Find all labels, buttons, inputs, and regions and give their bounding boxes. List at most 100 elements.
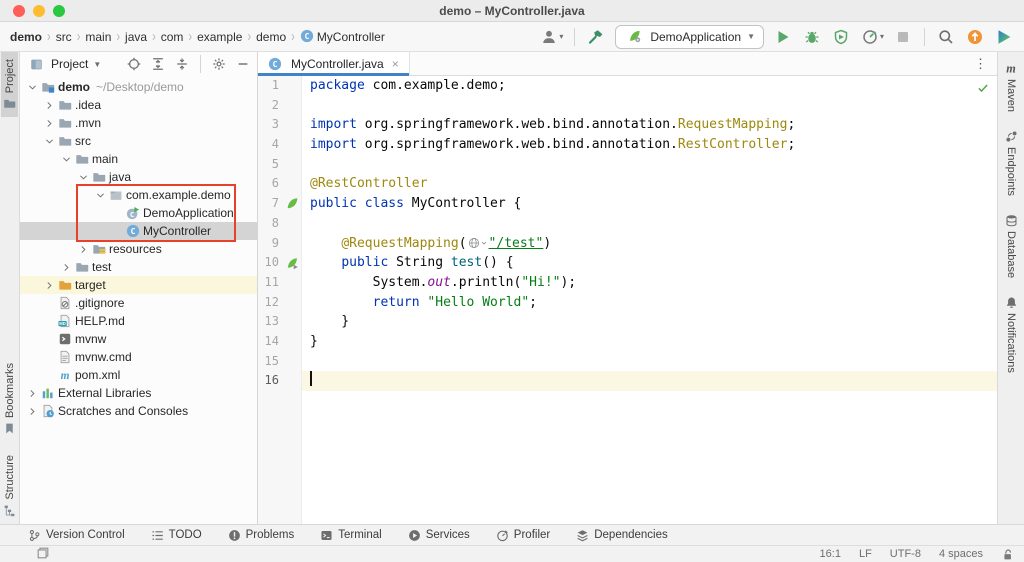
breadcrumb-item-mycontroller[interactable]: C MyController [300,29,385,44]
code-editor[interactable]: 1 package com.example.demo; 2 3 import org.s… [258,76,997,524]
tree-item-resources[interactable]: resources [20,240,257,258]
tool-window-button-todo[interactable]: TODO [151,529,202,542]
tree-toggle-right-icon[interactable] [77,244,90,255]
search-everywhere-button[interactable] [936,27,956,47]
chevron-down-icon[interactable]: ▾ [880,32,884,41]
code-line-2[interactable]: 2 [258,96,997,116]
tool-stripe-notifications[interactable]: Notifications [1003,287,1020,382]
code-line-1[interactable]: 1 package com.example.demo; [258,76,997,96]
tree-toggle-down-icon[interactable] [94,190,107,201]
tree-toggle-right-icon[interactable] [43,100,56,111]
profiler-button[interactable]: ▾ [860,27,884,47]
hide-icon[interactable] [235,56,251,72]
tool-stripe-project[interactable]: Project [1,52,18,118]
tool-window-button-dependencies[interactable]: Dependencies [576,529,668,542]
chevron-down-icon[interactable]: ▼ [747,32,755,41]
update-button[interactable] [965,27,985,47]
tree-item-demoapplication[interactable]: C DemoApplication [20,204,257,222]
tree-item-mvnw[interactable]: mvnw [20,330,257,348]
code-text[interactable]: package com.example.demo; [302,76,997,96]
code-text[interactable]: public String test() { [302,253,997,273]
code-line-8[interactable]: 8 [258,214,997,234]
zoom-window-button[interactable] [53,5,65,17]
tree-item-main[interactable]: main [20,150,257,168]
status-readonly-toggle[interactable] [1001,548,1014,561]
code-line-12[interactable]: 12 return "Hello World"; [258,293,997,313]
status-line-separator[interactable]: LF [859,548,872,560]
tree-item-src[interactable]: src [20,132,257,150]
tree-item-test[interactable]: test [20,258,257,276]
code-text[interactable]: } [302,312,997,332]
code-line-9[interactable]: 9 @RequestMapping("/test") [258,234,997,254]
code-line-6[interactable]: 6 @RestController [258,174,997,194]
code-line-7[interactable]: 7 public class MyController { [258,194,997,214]
run-button[interactable] [773,27,793,47]
inspections-ok-check-icon[interactable] [977,82,989,94]
tree-toggle-right-icon[interactable] [60,262,73,273]
tree-item-target[interactable]: target [20,276,257,294]
code-text[interactable]: } [302,332,997,352]
code-line-14[interactable]: 14} [258,332,997,352]
breadcrumb-item-demo[interactable]: demo [10,30,42,44]
breadcrumb-item-java[interactable]: java [125,30,147,44]
tree-item-pom.xml[interactable]: m pom.xml [20,366,257,384]
gear-icon[interactable] [211,56,227,72]
code-text[interactable]: public class MyController { [302,194,997,214]
spring-leaf-gutter-icon[interactable] [282,194,302,214]
code-text[interactable] [302,214,997,234]
code-line-16[interactable]: 16 [258,371,997,391]
tree-toggle-right-icon[interactable] [26,388,39,399]
tree-toggle-down-icon[interactable] [26,82,39,93]
breadcrumb-item-src[interactable]: src [56,30,72,44]
tree-item-mvnw.cmd[interactable]: mvnw.cmd [20,348,257,366]
code-text[interactable]: return "Hello World"; [302,293,997,313]
tool-window-button-version-control[interactable]: Version Control [28,529,125,542]
code-line-3[interactable]: 3 import org.springframework.web.bind.ann… [258,115,997,135]
breadcrumb-item-com[interactable]: com [161,30,184,44]
debug-button[interactable] [802,27,822,47]
code-line-5[interactable]: 5 [258,155,997,175]
coverage-button[interactable] [831,27,851,47]
tool-window-button-problems[interactable]: Problems [228,529,294,542]
breadcrumb-item-example[interactable]: example [197,30,242,44]
code-text[interactable]: import org.springframework.web.bind.anno… [302,115,997,135]
editor-options-menu[interactable]: ⋮ [965,52,997,75]
close-tab-icon[interactable]: × [392,57,399,71]
tree-toggle-down-icon[interactable] [43,136,56,147]
code-line-13[interactable]: 13 } [258,312,997,332]
run-configuration-select[interactable]: DemoApplication ▼ [615,24,764,49]
tree-item-com.example.demo[interactable]: com.example.demo [20,186,257,204]
code-line-11[interactable]: 11 System.out.println("Hi!"); [258,273,997,293]
close-window-button[interactable] [13,5,25,17]
status-encoding[interactable]: UTF-8 [890,548,921,560]
tool-window-button-services[interactable]: Services [408,529,470,542]
code-line-4[interactable]: 4 import org.springframework.web.bind.ann… [258,135,997,155]
tool-stripe-maven[interactable]: m Maven [1002,52,1020,121]
chevron-down-icon[interactable]: ▾ [559,32,563,41]
ide-play-button[interactable] [994,27,1014,47]
code-line-10[interactable]: 10 public String test() { [258,253,997,273]
code-text[interactable] [302,352,997,372]
editor-tab-mycontroller[interactable]: C MyController.java × [258,52,410,76]
tree-toggle-right-icon[interactable] [26,406,39,417]
status-caret-position[interactable]: 16:1 [820,548,841,560]
tree-toggle-right-icon[interactable] [43,280,56,291]
window-layout-icon[interactable] [36,546,50,560]
tool-stripe-endpoints[interactable]: Endpoints [1003,121,1020,205]
url-globe-inlay-icon[interactable] [468,237,488,249]
stop-button[interactable] [893,27,913,47]
build-project-button[interactable] [586,27,606,47]
tree-item-java[interactable]: java [20,168,257,186]
status-indent[interactable]: 4 spaces [939,548,983,560]
tree-item-.idea[interactable]: .idea [20,96,257,114]
tool-stripe-database[interactable]: Database [1003,205,1020,287]
tree-toggle-right-icon[interactable] [43,118,56,129]
profile-menu[interactable]: ▾ [539,27,563,47]
tree-item-help.md[interactable]: MD HELP.md [20,312,257,330]
tool-stripe-structure[interactable]: Structure [1,448,18,524]
spring-leaf-run-gutter-icon[interactable] [282,253,302,273]
chevron-down-icon[interactable]: ▼ [93,60,101,69]
tool-stripe-bookmarks[interactable]: Bookmarks [1,356,18,442]
collapse-all-icon[interactable] [174,56,190,72]
tool-window-button-terminal[interactable]: Terminal [320,529,382,542]
